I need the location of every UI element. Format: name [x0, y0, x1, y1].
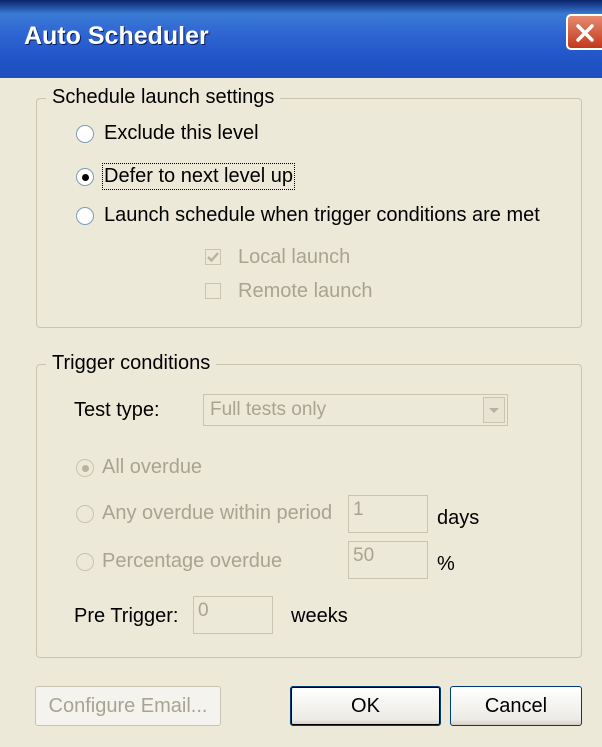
launch-when-triggered-label[interactable]: Launch schedule when trigger conditions …: [104, 204, 540, 227]
any-overdue-label[interactable]: Any overdue within period: [102, 502, 332, 525]
remote-launch-checkbox[interactable]: [205, 283, 221, 299]
schedule-launch-group-label: Schedule launch settings: [46, 86, 281, 109]
percentage-overdue-label[interactable]: Percentage overdue: [102, 550, 282, 573]
radio-selected-dot: [82, 174, 89, 181]
percentage-input[interactable]: 50: [348, 541, 428, 579]
defer-next-level-label[interactable]: Defer to next level up: [102, 163, 295, 190]
all-overdue-label[interactable]: All overdue: [102, 456, 202, 479]
test-type-value: Full tests only: [210, 399, 327, 420]
close-icon: [576, 24, 594, 42]
trigger-conditions-group-label: Trigger conditions: [46, 352, 217, 375]
all-overdue-radio[interactable]: [76, 459, 94, 477]
percentage-overdue-radio[interactable]: [76, 553, 94, 571]
auto-scheduler-dialog: Auto Scheduler Schedule launch settings …: [0, 0, 602, 747]
test-type-label: Test type:: [74, 399, 160, 421]
chevron-down-icon: [489, 408, 499, 413]
launch-when-triggered-radio[interactable]: [76, 207, 94, 225]
configure-email-button[interactable]: Configure Email...: [35, 686, 221, 726]
title-bar[interactable]: Auto Scheduler: [0, 0, 602, 78]
any-overdue-radio[interactable]: [76, 505, 94, 523]
window-title: Auto Scheduler: [24, 22, 209, 50]
exclude-level-label[interactable]: Exclude this level: [104, 122, 259, 145]
pre-trigger-label: Pre Trigger:: [74, 605, 179, 627]
remote-launch-label[interactable]: Remote launch: [238, 280, 373, 303]
close-button[interactable]: [566, 14, 602, 50]
radio-selected-dot: [82, 465, 89, 472]
exclude-level-radio[interactable]: [76, 125, 94, 143]
period-input[interactable]: 1: [348, 495, 428, 533]
cancel-button[interactable]: Cancel: [450, 686, 582, 726]
local-launch-checkbox[interactable]: [205, 249, 221, 265]
defer-next-level-radio[interactable]: [76, 168, 94, 186]
checkmark-icon: [207, 252, 219, 263]
local-launch-label[interactable]: Local launch: [238, 246, 350, 269]
ok-button[interactable]: OK: [290, 686, 441, 726]
pre-trigger-unit-label: weeks: [291, 605, 348, 627]
percentage-unit-label: %: [437, 553, 455, 575]
period-unit-label: days: [437, 507, 480, 529]
pre-trigger-input[interactable]: 0: [193, 596, 273, 634]
test-type-select[interactable]: Full tests only: [203, 394, 508, 426]
dropdown-button[interactable]: [483, 397, 505, 423]
